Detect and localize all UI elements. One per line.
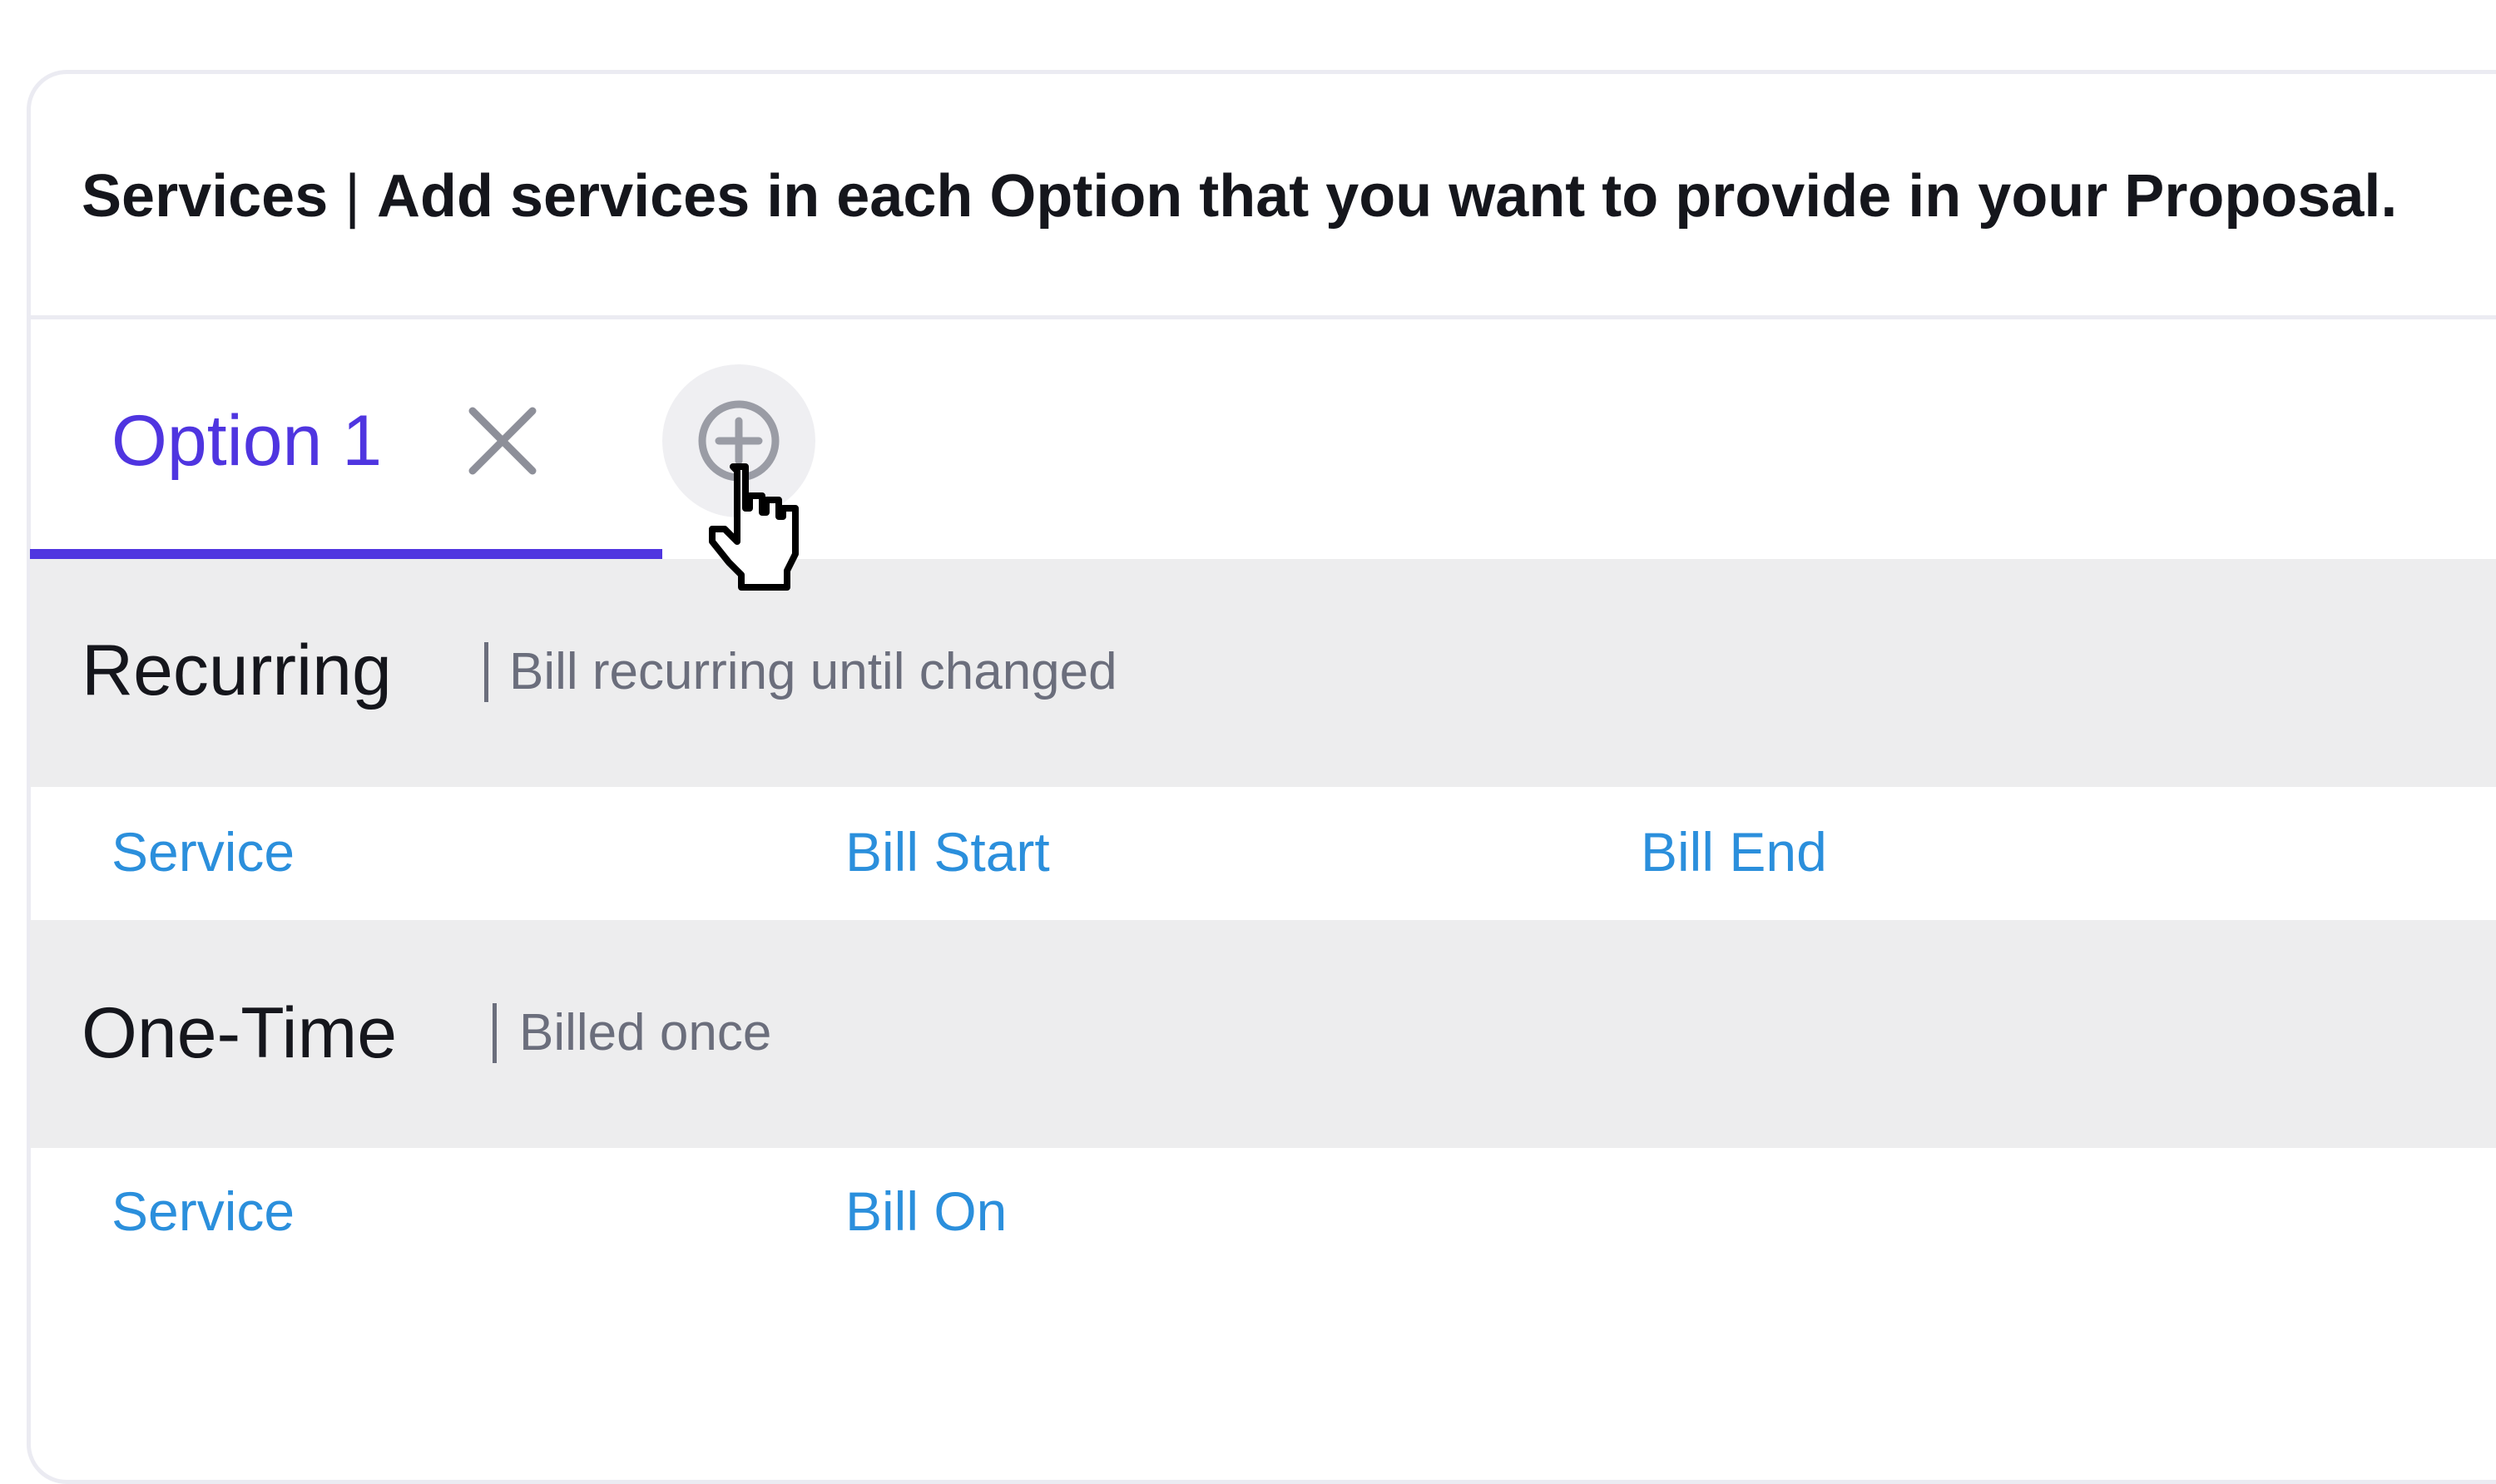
active-tab-indicator	[30, 549, 662, 559]
services-header-text: Services | Add services in each Option t…	[82, 161, 2397, 231]
one-time-title: One-Time	[82, 993, 398, 1073]
option-tabs: Option 1	[30, 323, 2496, 559]
recurring-title: Recurring	[82, 631, 392, 710]
services-title: Services	[82, 163, 329, 230]
recurring-subtitle: Bill recurring until changed	[509, 643, 1117, 700]
recurring-section-header	[30, 559, 2496, 787]
recurring-col-bill-start[interactable]: Bill Start	[845, 820, 1050, 883]
one-time-col-service[interactable]: Service	[111, 1180, 295, 1243]
services-description: Add services in each Option that you wan…	[377, 163, 2398, 230]
one-time-separator	[493, 1003, 497, 1063]
plus-circle-icon	[698, 400, 780, 482]
tab-option-1-label: Option 1	[111, 401, 383, 481]
recurring-col-bill-end[interactable]: Bill End	[1641, 820, 1827, 883]
title-separator: |	[344, 163, 360, 230]
one-time-subtitle: Billed once	[519, 1004, 772, 1061]
one-time-col-bill-on[interactable]: Bill On	[845, 1180, 1007, 1243]
add-option-button[interactable]	[662, 364, 815, 517]
tab-option-1[interactable]: Option 1	[30, 323, 662, 559]
recurring-separator	[484, 642, 488, 702]
recurring-col-service[interactable]: Service	[111, 820, 295, 883]
close-icon[interactable]	[468, 406, 537, 476]
one-time-section-header	[30, 920, 2496, 1148]
